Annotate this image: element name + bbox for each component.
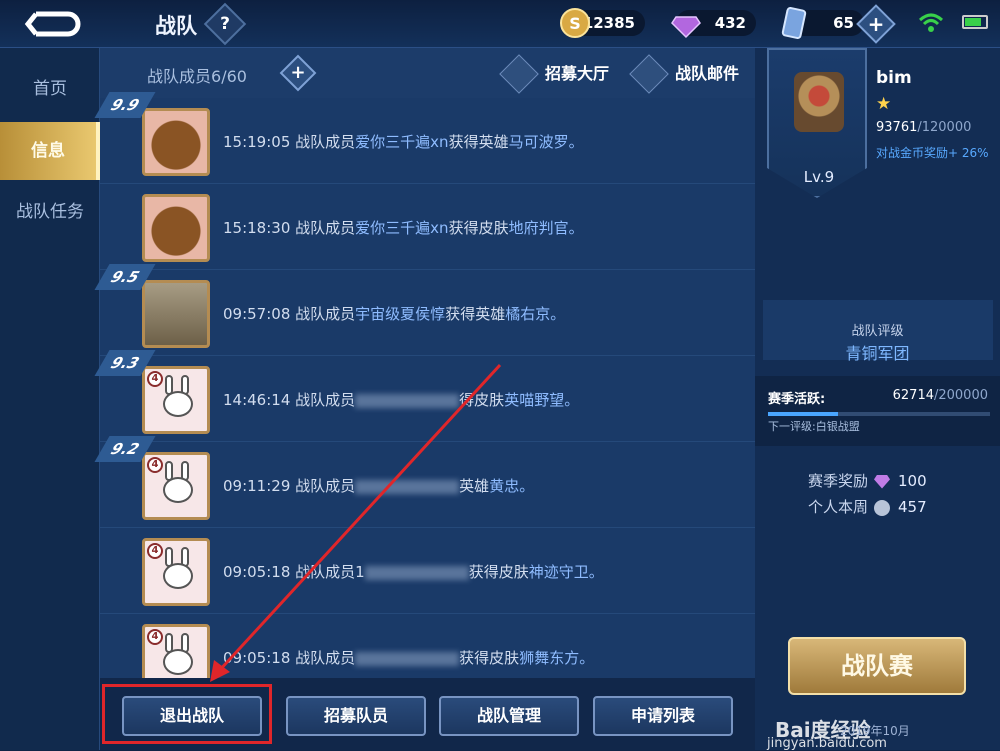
season-progress-fill [768, 412, 838, 416]
team-war-button[interactable]: 战队赛 [788, 637, 966, 695]
nav-home[interactable]: 首页 [0, 60, 100, 118]
members-count: 战队成员6/60 [147, 67, 247, 86]
recruit-icon [499, 54, 539, 94]
recruit-hall-link[interactable]: 招募大厅 [499, 54, 615, 94]
member-avatar[interactable]: 4 [142, 366, 210, 434]
add-member-button[interactable]: + [279, 54, 317, 92]
gem-counter: 432 [671, 10, 756, 39]
feed-row: 4 9.2 09:11:29 战队成员 英雄黄忠。 [94, 436, 755, 528]
redacted-name [355, 651, 460, 666]
feed-text: 14:46:14 战队成员 得皮肤英喵野望。 [223, 391, 580, 409]
date-footer: 2019年10月 [840, 724, 910, 738]
medal-icon [874, 499, 891, 516]
feed-row: 9.5 09:57:08 战队成员宇宙级夏侯惇获得英雄橘右京。 [94, 264, 755, 356]
redacted-name [364, 565, 469, 580]
coin-bonus: 对战金币奖励+ 26% [876, 146, 989, 160]
redacted-name [355, 393, 460, 408]
feed-text: 09:11:29 战队成员 英雄黄忠。 [223, 477, 535, 495]
season-reward: 赛季奖励 100 [808, 472, 927, 490]
coin-counter: S 12385 [560, 8, 645, 38]
mail-icon [629, 54, 669, 94]
rating-value: 青铜军团 [845, 344, 910, 363]
team-feed-panel: 战队成员6/60 + 招募大厅 战队邮件 9.9 15:19:05 战队成员爱你三… [94, 48, 755, 750]
team-manage-button[interactable]: 战队管理 [439, 696, 579, 736]
rating-label: 战队评级 [851, 324, 904, 339]
feed-row: 9.9 15:19:05 战队成员爱你三千遍xn获得英雄马可波罗。 [94, 92, 755, 184]
rank-shield: Lv.9 [767, 48, 867, 198]
recruit-members-button[interactable]: 招募队员 [286, 696, 426, 736]
svg-text:S: S [569, 14, 581, 33]
member-avatar[interactable] [142, 280, 210, 348]
feed-text: 09:05:18 战队成员1 获得皮肤神迹守卫。 [223, 563, 604, 581]
battery-icon [962, 15, 988, 29]
nav-info[interactable]: 信息 [0, 122, 100, 180]
add-voucher-button[interactable]: + [856, 4, 896, 44]
profile-panel: Lv.9 bim ★ 93761/120000 对战金币奖励+ 26% 战队评级… [755, 48, 1000, 751]
help-icon[interactable]: ? [203, 2, 247, 46]
feed-text: 15:19:05 战队成员爱你三千遍xn获得英雄马可波罗。 [223, 133, 584, 151]
star-icon: ★ [876, 94, 892, 114]
back-arrow-icon[interactable] [24, 8, 84, 40]
top-bar: 战队 ? S 12385 432 65 + [0, 0, 1000, 48]
member-avatar[interactable]: 4 [142, 538, 210, 606]
gem-icon [874, 474, 891, 489]
feed-row: 15:18:30 战队成员爱你三千遍xn获得皮肤地府判官。 [100, 184, 755, 270]
nav-team-tasks[interactable]: 战队任务 [0, 183, 100, 241]
feed-text: 09:05:18 战队成员 获得皮肤狮舞东方。 [223, 649, 595, 667]
redacted-name [355, 479, 460, 494]
wifi-icon [918, 13, 944, 32]
feed-row: 4 09:05:18 战队成员1 获得皮肤神迹守卫。 [100, 528, 755, 614]
xp-value: 93761/120000 [876, 120, 972, 135]
voucher-icon [781, 7, 807, 39]
team-level: Lv.9 [803, 168, 835, 186]
applications-button[interactable]: 申请列表 [593, 696, 733, 736]
member-avatar[interactable] [142, 108, 210, 176]
coin-icon: S [560, 8, 590, 38]
season-value: 62714/200000 [892, 388, 988, 403]
team-emblem-icon [794, 72, 844, 132]
member-avatar[interactable] [142, 194, 210, 262]
feed-text: 09:57:08 战队成员宇宙级夏侯惇获得英雄橘右京。 [223, 305, 566, 323]
rating-box: 战队评级 青铜军团 [763, 300, 993, 363]
player-name: bim [876, 68, 912, 88]
feed-text: 15:18:30 战队成员爱你三千遍xn获得皮肤地府判官。 [223, 219, 584, 237]
season-label: 赛季活跃: [768, 392, 826, 407]
feed-header: 战队成员6/60 + 招募大厅 战队邮件 [100, 48, 755, 98]
season-activity: 赛季活跃: 62714/200000 下一评级:白银战盟 [755, 376, 1000, 446]
page-title: 战队 [155, 14, 197, 38]
annotation-highlight-box [102, 684, 272, 744]
feed-row: 4 9.3 14:46:14 战队成员 得皮肤英喵野望。 [94, 350, 755, 442]
side-nav: 首页 信息 战队任务 [0, 48, 100, 750]
team-mail-link[interactable]: 战队邮件 [629, 54, 745, 94]
next-rank: 下一评级:白银战盟 [768, 420, 860, 433]
gem-icon [671, 16, 701, 39]
voucher-counter: 65 [781, 7, 864, 39]
season-progress-bar [768, 412, 990, 416]
member-avatar[interactable]: 4 [142, 452, 210, 520]
weekly-reward: 个人本周 457 [808, 498, 927, 516]
